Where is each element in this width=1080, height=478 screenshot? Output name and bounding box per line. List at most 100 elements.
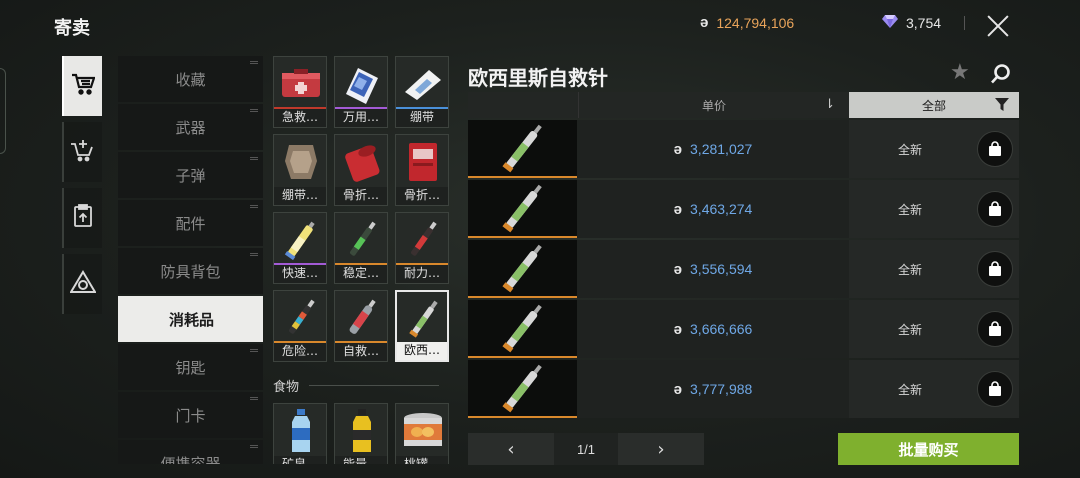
buy-button[interactable]: [971, 240, 1019, 298]
item-label: 骨折…: [396, 187, 448, 205]
item-tile[interactable]: 绷带: [395, 56, 449, 128]
price-value: 3,556,594: [690, 261, 753, 277]
red-tube-syringe-icon: [339, 295, 385, 341]
condition-label: 全新: [849, 120, 971, 178]
category-weapons[interactable]: 武器: [118, 104, 263, 150]
item-tile[interactable]: 危险…: [273, 290, 327, 362]
chevron-right-icon: ›: [657, 438, 665, 460]
listing-price: ə 3,281,027: [577, 120, 849, 178]
diamond-icon: [882, 14, 898, 31]
grip-icon: [250, 205, 258, 206]
category-label: 收藏: [175, 70, 206, 89]
category-collection[interactable]: 收藏: [118, 56, 263, 102]
green-syringe-icon: [339, 217, 385, 263]
nav-buy[interactable]: [62, 56, 102, 116]
price-sort-header[interactable]: 单价 ⇂: [578, 92, 849, 118]
ossi-syringe-icon: [468, 120, 577, 178]
prev-page-button[interactable]: ‹: [468, 433, 554, 465]
category-ammo[interactable]: 子弹: [118, 152, 263, 198]
grip-icon: [250, 61, 258, 62]
buy-button[interactable]: [971, 180, 1019, 238]
condition-filter-dropdown[interactable]: 全部: [849, 92, 1019, 118]
item-label: 绷带…: [274, 187, 326, 205]
bulk-buy-button[interactable]: 批量购买: [838, 433, 1019, 465]
category-containers[interactable]: 便携容器: [118, 440, 263, 464]
listing-row[interactable]: ə 3,777,988 全新: [468, 360, 1019, 418]
nav-triangle[interactable]: [62, 254, 102, 314]
item-tile[interactable]: 稳定…: [334, 212, 388, 284]
item-tile[interactable]: 骨折…: [334, 134, 388, 206]
item-tile[interactable]: 骨折…: [395, 134, 449, 206]
item-tile[interactable]: 万用…: [334, 56, 388, 128]
item-tile[interactable]: 自救…: [334, 290, 388, 362]
listing-row[interactable]: ə 3,281,027 全新: [468, 120, 1019, 178]
shopping-bag-icon: [977, 131, 1013, 167]
listing-row[interactable]: ə 3,463,274 全新: [468, 180, 1019, 238]
shopping-bag-icon: [977, 371, 1013, 407]
listing-price: ə 3,666,666: [577, 300, 849, 358]
grip-icon: [250, 445, 258, 446]
koen-currency-icon: ə: [700, 14, 709, 31]
page-title: 寄卖: [54, 18, 90, 39]
category-list: 收藏 武器 子弹 配件 防具背包 消耗品 钥匙 门卡 便携容器: [118, 56, 263, 464]
item-tile[interactable]: 绷带…: [273, 134, 327, 206]
red-syringe-icon: [400, 217, 446, 263]
gem-balance-value: 3,754: [906, 14, 942, 31]
ossi-syringe-icon: [468, 360, 577, 418]
category-keycards[interactable]: 门卡: [118, 392, 263, 438]
item-detail-title: 欧西里斯自救针: [468, 66, 608, 90]
condition-label: 全新: [849, 240, 971, 298]
item-tile[interactable]: 能量…: [334, 403, 388, 464]
triangle-logo-icon: [69, 270, 97, 298]
condition-label: 全新: [849, 360, 971, 418]
listing-row[interactable]: ə 3,556,594 全新: [468, 240, 1019, 298]
listing-price: ə 3,556,594: [577, 240, 849, 298]
ossi-syringe-icon: [468, 180, 577, 238]
search-icon[interactable]: [990, 63, 1012, 89]
item-label: 桃罐…: [396, 456, 448, 464]
item-tile-selected[interactable]: 欧西…: [395, 290, 449, 362]
multicolor-syringe-icon: [278, 295, 324, 341]
food-section-header: 食物: [273, 376, 453, 395]
cart-add-icon: [70, 138, 96, 166]
red-splint-roll-icon: [339, 139, 385, 185]
grip-icon: [250, 397, 258, 398]
shopping-bag-icon: [977, 191, 1013, 227]
item-label: 矿泉…: [274, 456, 326, 464]
buy-button[interactable]: [971, 360, 1019, 418]
next-page-button[interactable]: ›: [618, 433, 704, 465]
grip-icon: [250, 109, 258, 110]
pagination: ‹ 1/1 ›: [468, 433, 704, 465]
koen-currency-icon: ə: [673, 140, 683, 158]
nav-sell[interactable]: [62, 122, 102, 182]
category-keys[interactable]: 钥匙: [118, 344, 263, 390]
listing-price: ə 3,777,988: [577, 360, 849, 418]
chevron-left-icon: ‹: [507, 438, 515, 460]
price-value: 3,777,988: [690, 381, 753, 397]
category-attachments[interactable]: 配件: [118, 200, 263, 246]
item-tile[interactable]: 桃罐…: [395, 403, 449, 464]
shopping-bag-icon: [977, 251, 1013, 287]
buy-button[interactable]: [971, 120, 1019, 178]
category-consumables[interactable]: 消耗品: [118, 296, 263, 342]
category-armor-backpack[interactable]: 防具背包: [118, 248, 263, 294]
condition-label: 全新: [849, 300, 971, 358]
nav-listings[interactable]: [62, 188, 102, 248]
ossi-syringe-icon: [468, 300, 577, 358]
food-heading: 食物: [273, 380, 300, 395]
buy-button[interactable]: [971, 300, 1019, 358]
favorite-star-icon[interactable]: ★: [950, 60, 970, 85]
peach-can-icon: [400, 408, 446, 454]
item-tile[interactable]: 耐力…: [395, 212, 449, 284]
listing-price: ə 3,463,274: [577, 180, 849, 238]
edge-pull-tab[interactable]: [0, 68, 6, 154]
item-tile[interactable]: 急救…: [273, 56, 327, 128]
item-label: 快速…: [274, 265, 326, 283]
sort-icon: ⇂: [824, 97, 835, 112]
item-label: 危险…: [274, 343, 326, 361]
item-panel: 急救… 万用… 绷带 绷带… 骨折… 骨折… 快速… 稳定… 耐力… 危险… 自…: [273, 56, 453, 464]
item-tile[interactable]: 矿泉…: [273, 403, 327, 464]
item-tile[interactable]: 快速…: [273, 212, 327, 284]
listing-row[interactable]: ə 3,666,666 全新: [468, 300, 1019, 358]
close-button[interactable]: [982, 10, 1014, 42]
